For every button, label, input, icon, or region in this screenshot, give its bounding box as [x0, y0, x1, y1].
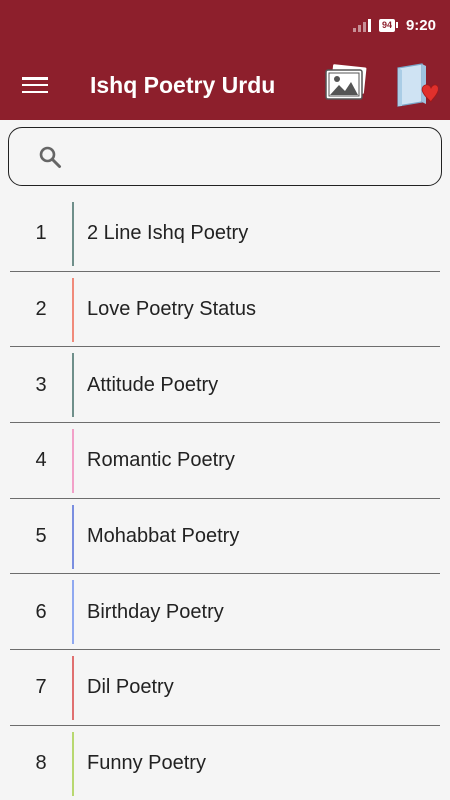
app-bar: 94 9:20 Ishq Poetry Urdu	[0, 0, 450, 120]
item-label: Dil Poetry	[87, 676, 174, 699]
toolbar: Ishq Poetry Urdu	[0, 50, 450, 120]
item-label: Love Poetry Status	[87, 298, 256, 321]
search-bar[interactable]	[8, 127, 442, 186]
item-accent-bar	[72, 731, 74, 796]
item-number: 4	[35, 449, 47, 472]
status-time: 9:20	[405, 16, 436, 34]
list-item[interactable]: 6 Birthday Poetry	[10, 574, 440, 651]
item-label: 2 Line Ishq Poetry	[87, 222, 249, 245]
item-label: Funny Poetry	[87, 752, 206, 775]
search-input[interactable]	[71, 138, 431, 176]
item-number: 2	[35, 298, 47, 321]
signal-icon	[352, 18, 371, 32]
item-accent-bar	[72, 202, 74, 266]
app-title: Ishq Poetry Urdu	[90, 72, 276, 98]
list-item[interactable]: 1 2 Line Ishq Poetry	[10, 196, 440, 272]
category-list: 1 2 Line Ishq Poetry 2 Love Poetry Statu…	[10, 196, 440, 800]
item-accent-bar	[72, 429, 74, 494]
item-label: Mohabbat Poetry	[87, 525, 240, 548]
battery-icon: 94	[378, 18, 398, 32]
list-item[interactable]: 8 Funny Poetry	[10, 726, 440, 800]
item-accent-bar	[72, 504, 74, 569]
item-number: 8	[35, 752, 47, 775]
item-accent-bar	[72, 656, 74, 721]
item-number: 3	[35, 373, 47, 396]
list-item[interactable]: 2 Love Poetry Status	[10, 272, 440, 348]
item-number: 7	[35, 676, 47, 699]
item-number: 5	[35, 525, 47, 548]
item-label: Romantic Poetry	[87, 449, 235, 472]
battery-level: 94	[378, 18, 395, 32]
list-item[interactable]: 4 Romantic Poetry	[10, 423, 440, 499]
list-item[interactable]: 7 Dil Poetry	[10, 650, 440, 726]
list-item[interactable]: 3 Attitude Poetry	[10, 347, 440, 424]
list-item[interactable]: 5 Mohabbat Poetry	[10, 499, 440, 575]
item-number: 1	[35, 222, 47, 245]
heart-book-icon[interactable]	[392, 62, 439, 108]
item-accent-bar	[72, 580, 74, 645]
item-label: Attitude Poetry	[87, 373, 219, 396]
search-icon	[39, 146, 61, 168]
image-gallery-icon[interactable]	[324, 62, 368, 102]
item-accent-bar	[72, 277, 74, 342]
item-accent-bar	[72, 353, 74, 418]
status-bar: 94 9:20	[0, 0, 450, 50]
item-number: 6	[35, 600, 47, 623]
item-label: Birthday Poetry	[87, 600, 224, 623]
hamburger-menu-icon[interactable]	[22, 75, 48, 95]
